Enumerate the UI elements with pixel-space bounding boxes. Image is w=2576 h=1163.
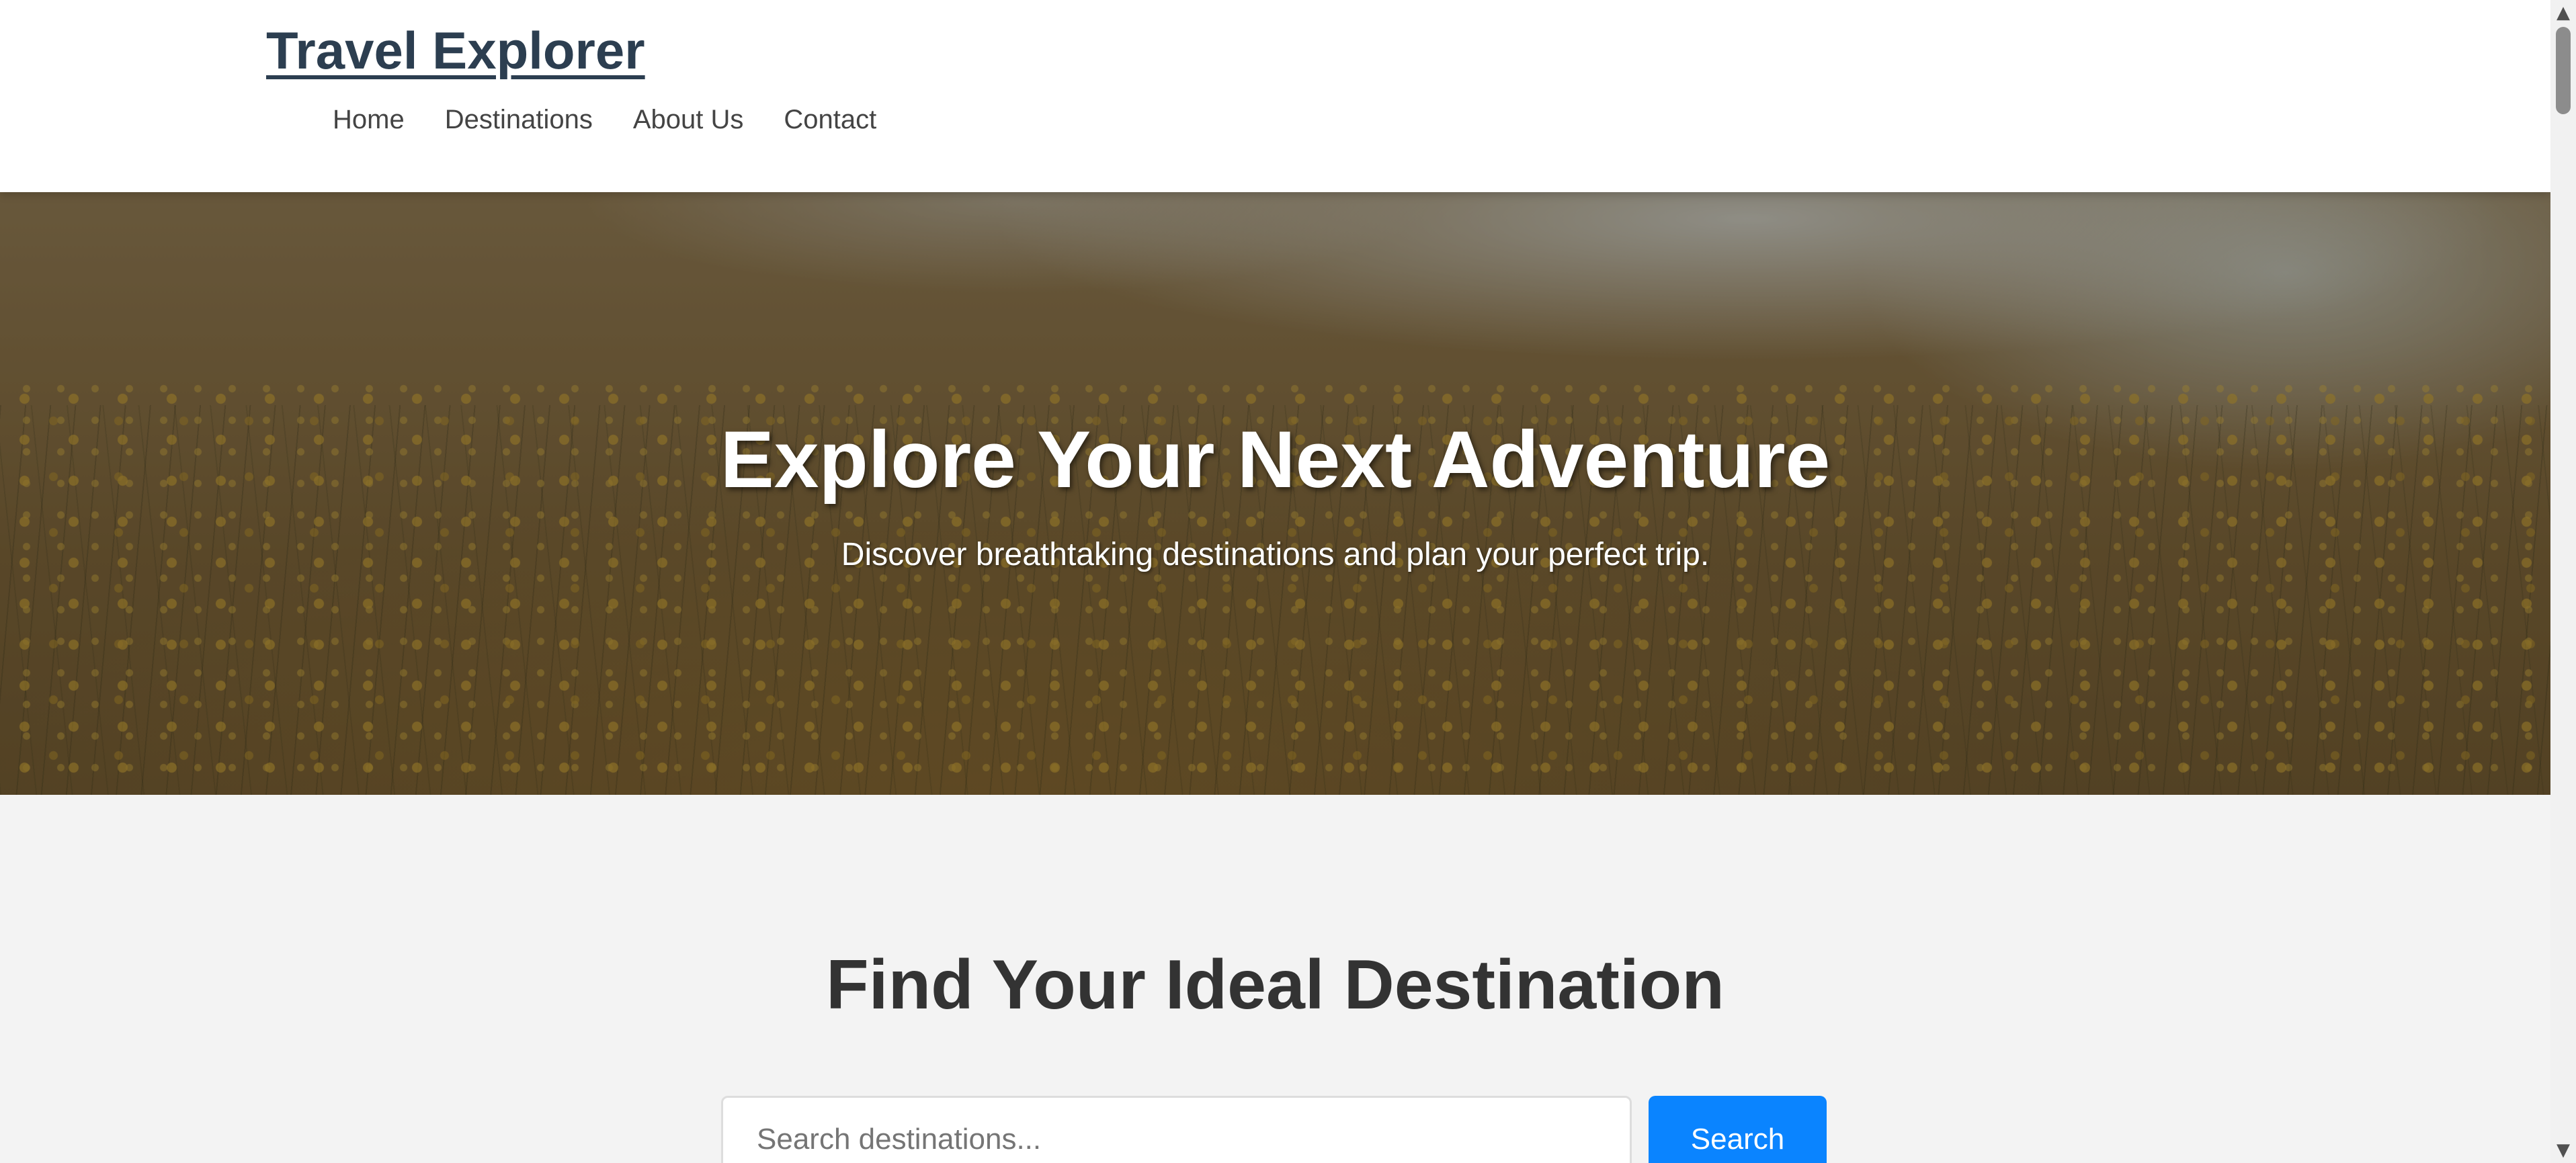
nav-link-about-us[interactable]: About Us [633, 105, 744, 135]
hero-subtitle: Discover breathtaking destinations and p… [841, 537, 1710, 572]
scroll-down-arrow-icon[interactable]: ▼ [2550, 1137, 2576, 1163]
search-section: Find Your Ideal Destination Search [0, 795, 2550, 1163]
site-header: Travel Explorer Home Destinations About … [0, 0, 2550, 192]
scroll-up-arrow-icon[interactable]: ▲ [2550, 0, 2576, 26]
scrollbar-thumb[interactable] [2556, 27, 2571, 114]
search-input[interactable] [721, 1096, 1632, 1163]
vertical-scrollbar[interactable]: ▲ ▼ [2550, 0, 2576, 1163]
page: Travel Explorer Home Destinations About … [0, 0, 2576, 1163]
hero-title: Explore Your Next Adventure [720, 415, 1831, 505]
hero-section: Explore Your Next Adventure Discover bre… [0, 192, 2550, 795]
main-nav: Home Destinations About Us Contact [333, 105, 876, 135]
hero-content: Explore Your Next Adventure Discover bre… [0, 192, 2550, 795]
search-button[interactable]: Search [1649, 1096, 1827, 1163]
search-section-title: Find Your Ideal Destination [826, 946, 1725, 1024]
site-logo-link[interactable]: Travel Explorer [266, 20, 645, 81]
nav-link-home[interactable]: Home [333, 105, 405, 135]
nav-link-contact[interactable]: Contact [784, 105, 876, 135]
nav-link-destinations[interactable]: Destinations [445, 105, 593, 135]
